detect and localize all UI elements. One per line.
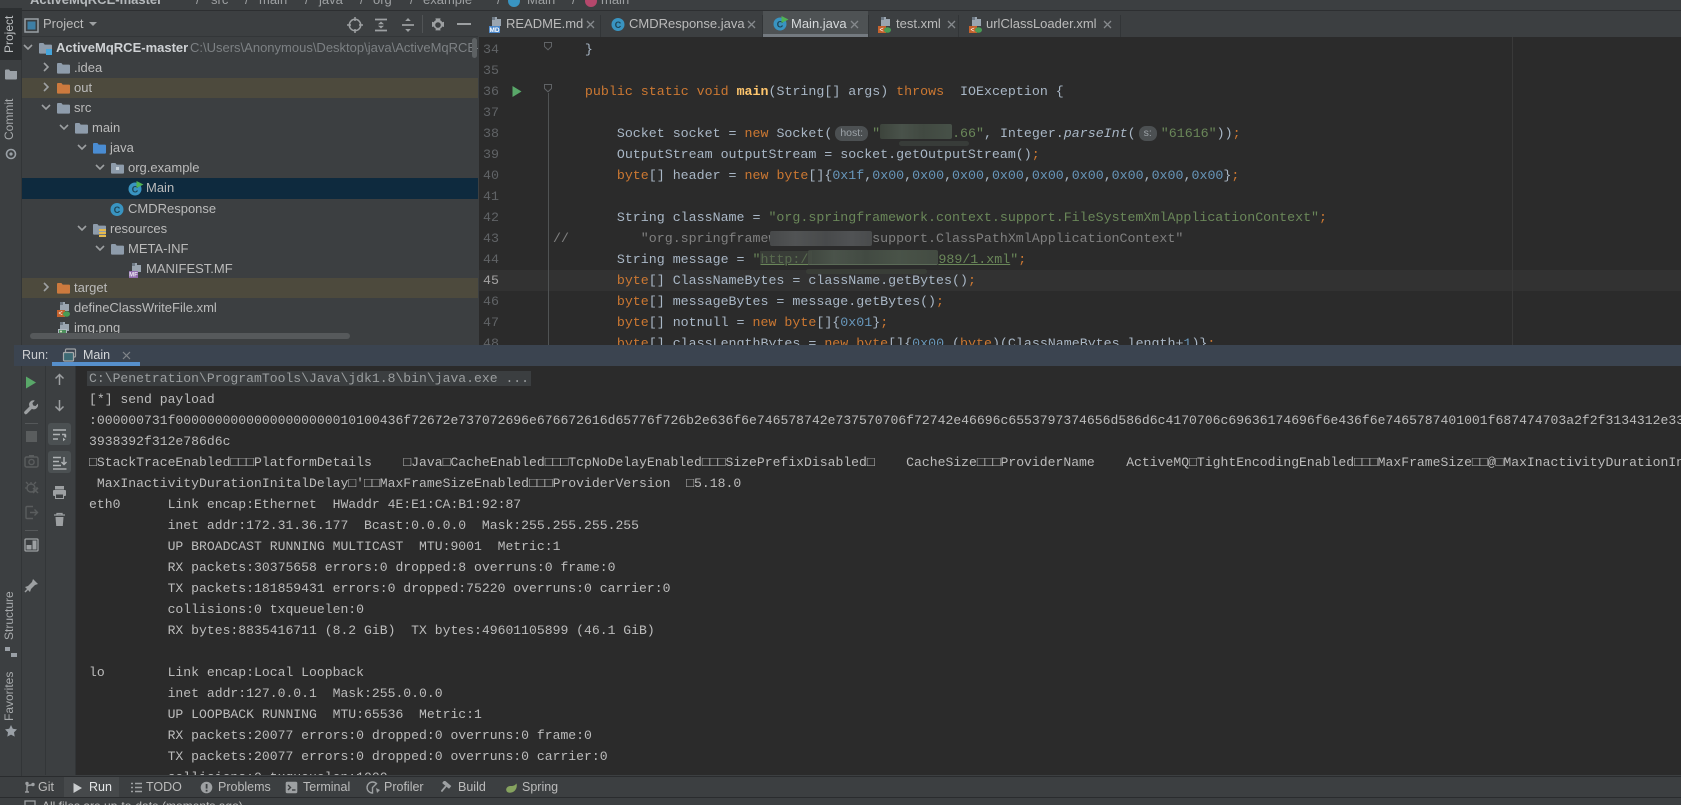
svg-text:MD: MD [489, 27, 499, 33]
svg-text:C: C [114, 205, 121, 215]
svg-text:C: C [615, 20, 622, 30]
svg-text:<: < [58, 311, 62, 318]
svg-text:<: < [879, 27, 883, 33]
svg-text:<: < [970, 27, 974, 33]
